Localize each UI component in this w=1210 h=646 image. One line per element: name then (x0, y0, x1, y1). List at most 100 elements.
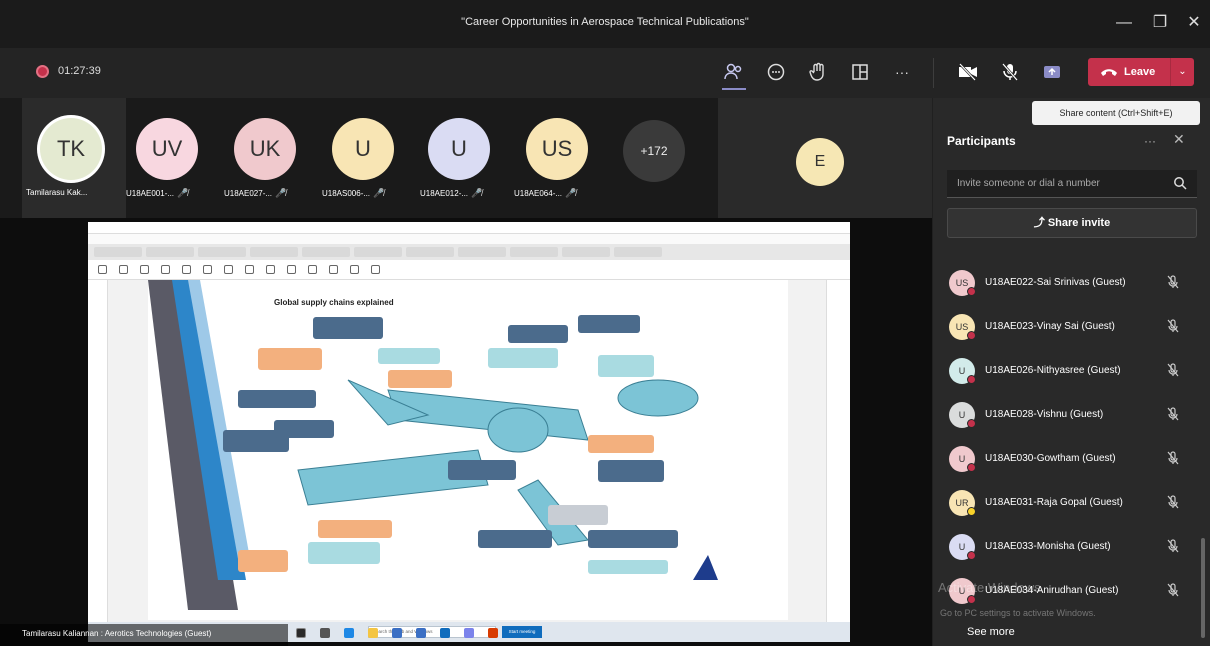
share-screen-icon (1044, 66, 1060, 78)
presence-badge (967, 287, 976, 296)
shared-titlebar (88, 222, 850, 234)
document-heading: Global supply chains explained (274, 298, 394, 307)
participant-row[interactable]: U U18AE026-Nithyasree (Guest) (947, 350, 1197, 394)
participant-row[interactable]: U U18AE033-Monisha (Guest) (947, 526, 1197, 570)
overflow-participants-button[interactable]: +172 (623, 120, 685, 182)
shared-search-button: Start meeting (502, 626, 542, 638)
tile-name-text: U18AE027-... (224, 189, 273, 198)
mic-muted-icon[interactable] (1165, 494, 1181, 510)
participant-name: U18AE022-Sai Srinivas (Guest) (985, 277, 1126, 288)
shared-document-page: Global supply chains explained (148, 280, 788, 620)
reactions-button[interactable] (806, 60, 830, 84)
presence-badge (967, 507, 976, 516)
shared-tab (302, 247, 350, 257)
share-content-button[interactable] (1040, 60, 1064, 84)
avatar: TK (40, 118, 102, 180)
raise-hand-icon (809, 62, 824, 81)
mic-muted-icon[interactable] (1165, 406, 1181, 422)
shared-tab (198, 247, 246, 257)
gallery-tile-e[interactable]: E (718, 98, 932, 218)
shared-tab (406, 247, 454, 257)
shared-tab (614, 247, 662, 257)
chat-icon (767, 63, 785, 81)
avatar: UV (136, 118, 198, 180)
gallery-tile[interactable]: U U18AS006-... 🎤̸ (322, 98, 420, 218)
share-invite-button[interactable]: ⤴ Share invite (947, 208, 1197, 238)
shared-tool (203, 265, 212, 274)
gallery-tile[interactable]: UV U18AE001-... 🎤̸ (126, 98, 224, 218)
tile-name: U18AS006-... 🎤̸ (322, 188, 384, 199)
tile-name: Tamilarasu Kak... (26, 188, 88, 197)
shared-tool (182, 265, 191, 274)
mic-muted-icon[interactable] (1165, 274, 1181, 290)
app-icon (440, 628, 450, 638)
participant-row[interactable]: U U18AE028-Vishnu (Guest) (947, 394, 1197, 438)
panel-close-button[interactable]: ✕ (1173, 131, 1185, 148)
mic-muted-icon: 🎤̸ (177, 188, 189, 198)
panel-scrollbar[interactable] (1201, 538, 1205, 638)
shared-screen-content: Global supply chains explained Search th… (88, 222, 850, 642)
maximize-button[interactable]: ❐ (1148, 11, 1172, 35)
shared-toolbar (88, 260, 850, 280)
shared-tool (329, 265, 338, 274)
participant-row[interactable]: UR U18AE031-Raja Gopal (Guest) (947, 482, 1197, 526)
search-icon (1174, 177, 1187, 190)
share-invite-label: Share invite (1047, 217, 1111, 229)
mic-muted-icon[interactable] (1165, 538, 1181, 554)
meeting-timer: 01:27:39 (58, 65, 101, 77)
invite-input[interactable]: Invite someone or dial a number (947, 170, 1197, 198)
gallery-tile[interactable]: UK U18AE027-... 🎤̸ (224, 98, 322, 218)
tile-name-text: U18AS006-... (322, 189, 371, 198)
gallery-tile[interactable]: US U18AE064-... 🎤̸ (514, 98, 616, 218)
presence-badge (967, 375, 976, 384)
gallery-tile[interactable]: U U18AE012-... 🎤̸ (420, 98, 518, 218)
mic-muted-icon[interactable] (1165, 362, 1181, 378)
tile-name: U18AE027-... 🎤̸ (224, 188, 286, 199)
gallery-tile[interactable]: TK Tamilarasu Kak... (22, 98, 126, 218)
mic-muted-icon[interactable] (1165, 582, 1181, 598)
shared-tool (224, 265, 233, 274)
more-actions-button[interactable]: ··· (890, 60, 914, 84)
mail-icon (416, 628, 426, 638)
mic-muted-icon: 🎤̸ (565, 188, 577, 198)
tile-name-text: U18AE012-... (420, 189, 469, 198)
people-icon (724, 63, 742, 80)
panel-more-button[interactable]: ··· (1144, 134, 1156, 148)
participant-row[interactable]: U U18AE030-Gowtham (Guest) (947, 438, 1197, 482)
shared-left-sidebar (88, 280, 108, 642)
minimize-button[interactable]: — (1112, 11, 1136, 35)
mic-muted-icon[interactable] (1165, 450, 1181, 466)
share-icon: ⤴ (1033, 217, 1045, 229)
participant-name: U18AE030-Gowtham (Guest) (985, 453, 1116, 464)
avatar: U (428, 118, 490, 180)
shared-right-sidebar (826, 280, 850, 642)
tile-name-text: U18AE001-... (126, 189, 175, 198)
close-window-button[interactable]: ✕ (1182, 11, 1206, 35)
recording-icon (36, 65, 49, 78)
rooms-icon (852, 64, 868, 80)
shared-tab (250, 247, 298, 257)
mic-muted-icon: 🎤̸ (471, 188, 483, 198)
leave-button[interactable]: Leave ⌄ (1088, 58, 1194, 86)
supply-chain-illustration (148, 280, 718, 610)
mic-muted-icon[interactable] (1165, 318, 1181, 334)
presence-badge (967, 595, 976, 604)
taskbar-icons (296, 628, 498, 638)
participant-row[interactable]: US U18AE023-Vinay Sai (Guest) (947, 306, 1197, 350)
chat-button[interactable] (764, 60, 788, 84)
breakout-rooms-button[interactable] (848, 60, 872, 84)
shared-tab (510, 247, 558, 257)
shared-tabs (88, 244, 850, 260)
leave-options-chevron[interactable]: ⌄ (1170, 58, 1194, 86)
camera-button[interactable] (956, 60, 980, 84)
participant-row[interactable]: US U18AE022-Sai Srinivas (Guest) (947, 262, 1197, 306)
participants-button[interactable] (722, 60, 746, 90)
participant-name: U18AE033-Monisha (Guest) (985, 541, 1111, 552)
participant-list: US U18AE022-Sai Srinivas (Guest) US U18AE02… (947, 262, 1197, 614)
mic-button[interactable] (998, 60, 1022, 84)
camera-off-icon (959, 63, 977, 81)
mic-muted-icon: 🎤̸ (275, 188, 287, 198)
shared-menubar (88, 234, 850, 244)
see-more-link[interactable]: See more (967, 626, 1015, 638)
presence-badge (967, 331, 976, 340)
